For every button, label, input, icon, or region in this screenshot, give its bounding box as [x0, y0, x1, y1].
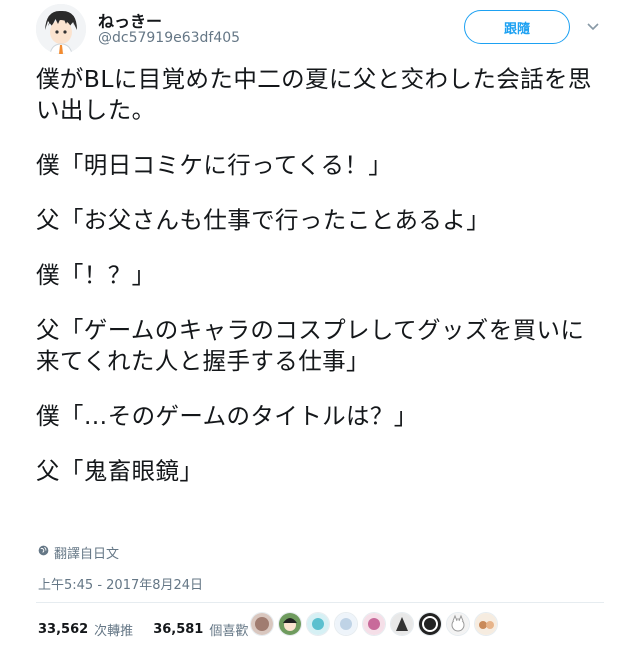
tweet-text: 僕がBLに目覚めた中二の夏に父と交わした会話を思い出した。 僕「明日コミケに行っ…: [36, 64, 606, 511]
like-label[interactable]: 個喜歡: [209, 620, 248, 639]
tweet-paragraph: 僕「明日コミケに行ってくる！」: [36, 151, 393, 179]
chevron-down-icon[interactable]: [582, 16, 604, 38]
display-name[interactable]: ねっきー: [98, 8, 162, 32]
tweet-paragraph: 僕「！？」: [36, 261, 156, 289]
translate-label: 翻譯自日文: [54, 547, 120, 562]
liker-avatar[interactable]: [334, 612, 358, 636]
liker-avatar[interactable]: [250, 612, 274, 636]
retweet-label[interactable]: 次轉推: [94, 620, 133, 639]
tweet-paragraph: 父「お父さんも仕事で行ったことあるよ」: [36, 206, 491, 234]
translate-link[interactable]: 翻譯自日文: [38, 543, 119, 562]
liker-avatars: [250, 612, 498, 636]
retweet-count[interactable]: 33,562: [38, 622, 88, 637]
liker-avatar[interactable]: [278, 612, 302, 636]
tweet-paragraph: 僕がBLに目覚めた中二の夏に父と交わした会話を思い出した。: [36, 65, 592, 124]
tweet-stats: 33,562 次轉推 36,581 個喜歡: [38, 620, 248, 639]
tweet-header: ねっきー @dc57919e63df405 跟隨: [36, 4, 640, 54]
liker-avatar[interactable]: [418, 612, 442, 636]
liker-avatar[interactable]: [362, 612, 386, 636]
liker-avatar[interactable]: [474, 612, 498, 636]
liker-avatar[interactable]: [306, 612, 330, 636]
like-count[interactable]: 36,581: [153, 622, 203, 637]
globe-icon: [38, 545, 49, 560]
liker-avatar[interactable]: [446, 612, 470, 636]
liker-avatar[interactable]: [390, 612, 414, 636]
user-avatar[interactable]: [36, 4, 86, 54]
tweet-paragraph: 僕「…そのゲームのタイトルは？」: [36, 402, 418, 430]
tweet-timestamp[interactable]: 上午5:45 - 2017年8月24日: [38, 574, 203, 593]
tweet-paragraph: 父「鬼畜眼鏡」: [36, 457, 204, 485]
divider: [36, 602, 604, 603]
tweet-paragraph: 父「ゲームのキャラのコスプレしてグッズを買いに来てくれた人と握手する仕事」: [36, 316, 585, 375]
user-handle[interactable]: @dc57919e63df405: [98, 30, 240, 46]
follow-button[interactable]: 跟隨: [464, 10, 570, 44]
